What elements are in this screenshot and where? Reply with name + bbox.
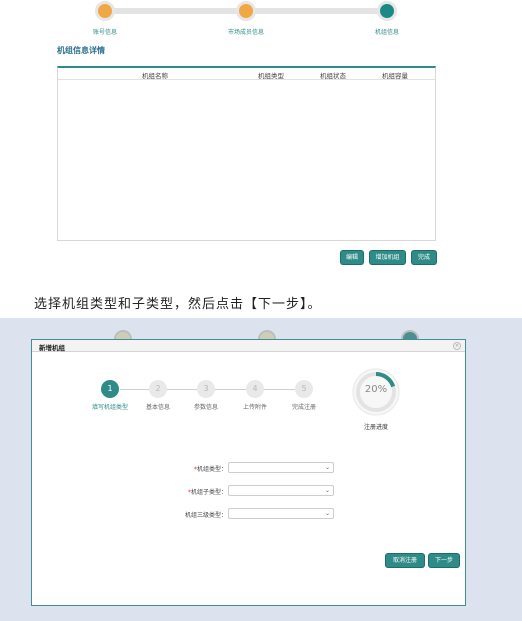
column-header-unit-type: 机组类型 (258, 72, 284, 80)
wizard-step-label: 完成注册 (291, 404, 317, 411)
column-header-unit-status: 机组状态 (320, 72, 346, 80)
wizard-step-label: 基本信息 (145, 404, 171, 411)
wizard-step-2: 2 (149, 380, 167, 398)
unit-table: 机组名称 机组类型 机组状态 机组容量 (57, 66, 436, 241)
chevron-down-icon: ⌄ (324, 510, 330, 517)
wizard-step-1: 1 (101, 380, 119, 398)
unit-subtype-label: *机组子类型： (187, 489, 227, 496)
next-step-button[interactable]: 下一步 (429, 554, 459, 567)
dialog-header: 新增机组 × (32, 340, 465, 352)
step-dot-current (377, 1, 397, 21)
progress-percent-text: 20% (364, 384, 388, 395)
finish-button[interactable]: 完成 (412, 251, 436, 264)
dialog-title: 新增机组 (39, 344, 65, 352)
cancel-registration-button[interactable]: 取消注册 (386, 554, 424, 567)
unit-type-select[interactable]: ⌄ (228, 462, 334, 473)
wizard-step-label: 填写机组类型 (91, 404, 129, 411)
wizard-step-3: 3 (197, 380, 215, 398)
step-dot-done (236, 1, 256, 21)
close-icon[interactable]: × (453, 342, 461, 350)
progress-track (246, 8, 387, 14)
chevron-down-icon: ⌄ (324, 464, 330, 471)
column-header-unit-capacity: 机组容量 (382, 72, 408, 80)
section-title: 机组信息详情 (57, 46, 105, 55)
wizard-step-label: 上传附件 (242, 404, 268, 411)
wizard-connector (120, 389, 150, 390)
unit-tertiary-type-label: 机组三级类型： (184, 512, 227, 519)
progress-track (105, 8, 247, 14)
table-header: 机组名称 机组类型 机组状态 机组容量 (58, 68, 435, 80)
step-label: 市场成员信息 (227, 29, 265, 36)
wizard-step-4: 4 (246, 380, 264, 398)
step-label: 机组信息 (374, 29, 400, 36)
column-header-unit-name: 机组名称 (142, 72, 168, 80)
wizard-connector (215, 389, 247, 390)
add-unit-button[interactable]: 增加机组 (370, 251, 405, 264)
step-dot-done (95, 1, 115, 21)
wizard-step-label: 参数信息 (193, 404, 219, 411)
step-label: 账号信息 (92, 29, 118, 36)
wizard-connector (167, 389, 197, 390)
chevron-down-icon: ⌄ (324, 487, 330, 494)
top-progress-steps: 账号信息 市场成员信息 机组信息 (0, 0, 522, 40)
unit-subtype-select[interactable]: ⌄ (228, 485, 334, 496)
wizard-step-5: 5 (295, 380, 313, 398)
wizard-connector (264, 389, 296, 390)
instruction-text: 选择机组类型和子类型，然后点击【下一步】。 (34, 297, 322, 312)
progress-label: 注册进度 (363, 424, 389, 431)
edit-button[interactable]: 编辑 (341, 251, 363, 264)
unit-tertiary-type-select[interactable]: ⌄ (228, 508, 334, 519)
unit-type-label: *机组类型： (193, 466, 227, 473)
